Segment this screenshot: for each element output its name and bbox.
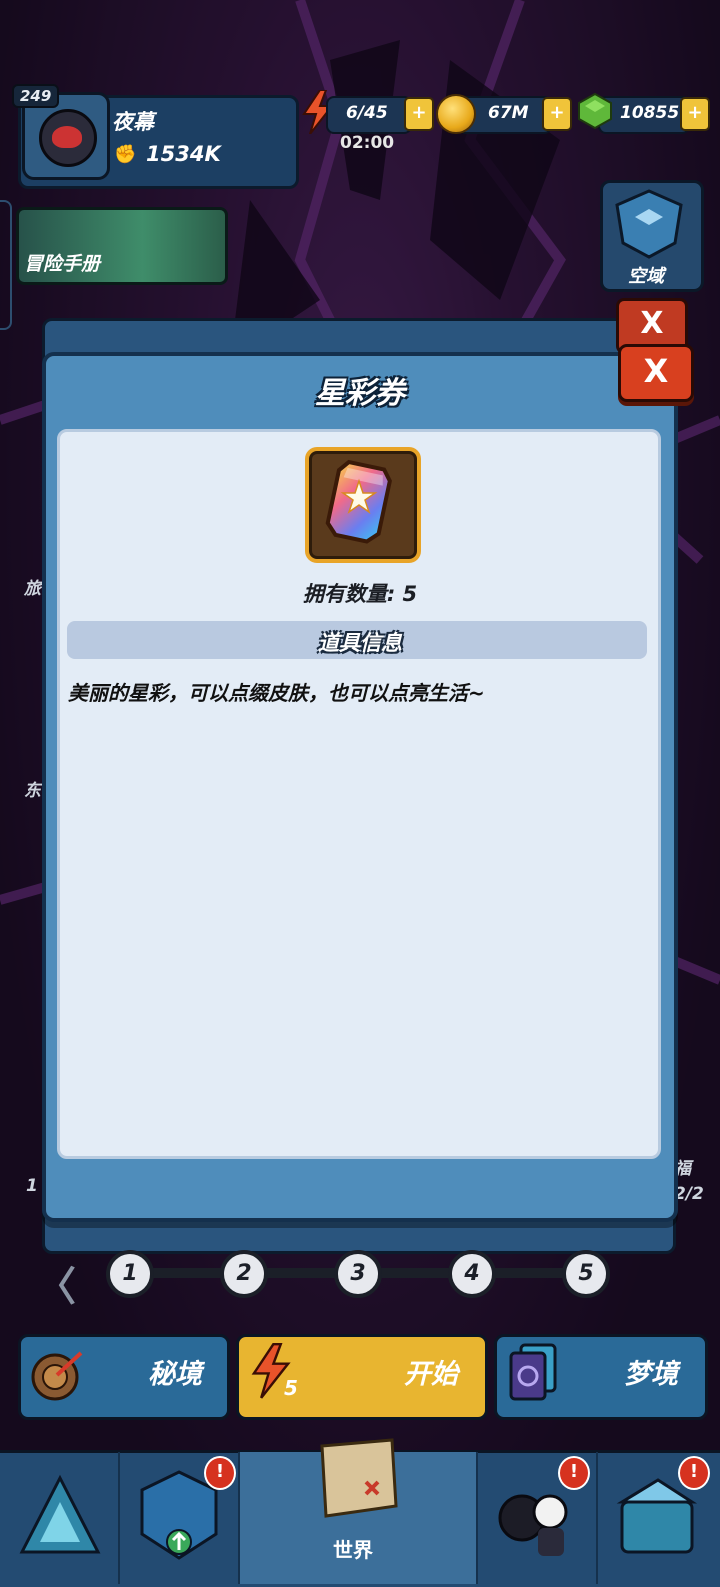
fist-icon: ✊ xyxy=(114,144,137,165)
energy-timer: 02:00 xyxy=(340,133,395,153)
owned-quantity: 拥有数量: 5 xyxy=(302,582,418,606)
nav-upgrade-alert: ! xyxy=(204,1456,236,1490)
start-label: 开始 xyxy=(404,1359,458,1390)
side-label-count: 2/2 xyxy=(674,1184,704,1204)
pager-page-4[interactable]: 4 xyxy=(448,1250,496,1298)
card-icon xyxy=(509,1343,557,1401)
dream-realm-label: 梦境 xyxy=(624,1359,678,1390)
pager-page-2[interactable]: 2 xyxy=(220,1250,268,1298)
gem-icon xyxy=(578,92,612,130)
pager-page-1[interactable]: 1 xyxy=(106,1250,154,1298)
coin-icon xyxy=(436,94,476,134)
pager-page-5[interactable]: 5 xyxy=(562,1250,610,1298)
pager-page-3[interactable]: 3 xyxy=(334,1250,382,1298)
target-icon xyxy=(31,1351,83,1401)
item-icon-frame xyxy=(305,447,421,563)
hero-icon xyxy=(19,1474,101,1554)
sky-domain-label: 空域 xyxy=(628,266,664,287)
nav-world-label: 世界 xyxy=(333,1538,373,1562)
adventure-manual-label: 冒险手册 xyxy=(24,253,101,275)
shield-icon xyxy=(615,189,683,259)
start-cost: 5 xyxy=(284,1376,298,1400)
pager-prev-button[interactable]: 〈 xyxy=(36,1254,76,1312)
nav-shop-alert: ! xyxy=(678,1456,710,1490)
map-icon xyxy=(320,1438,398,1518)
energy-value: 6/45 xyxy=(346,103,388,123)
side-label-one: 1 xyxy=(26,1176,38,1196)
modal-close-button[interactable]: X xyxy=(618,344,694,402)
side-label-east: 东 xyxy=(24,781,41,801)
coin-plus-button[interactable]: + xyxy=(542,97,572,131)
modal-title: 星彩券 xyxy=(315,376,405,411)
star-ticket-icon xyxy=(325,459,392,544)
secret-realm-label: 秘境 xyxy=(148,1359,202,1390)
coin-value: 67M xyxy=(488,103,529,123)
gem-value: 10855 xyxy=(620,103,680,123)
nav-tab-world[interactable] xyxy=(240,1438,478,1584)
side-drawer-handle[interactable] xyxy=(0,200,12,330)
energy-display: 6/45 xyxy=(326,96,412,134)
nav-tab-hero[interactable] xyxy=(0,1452,120,1584)
item-info-header-label: 道具信息 xyxy=(318,631,402,655)
player-level-badge: 249 xyxy=(12,84,60,108)
item-description: 美丽的星彩，可以点缀皮肤，也可以点亮生活~ xyxy=(68,681,485,705)
player-power: 1534K xyxy=(146,142,221,166)
energy-plus-button[interactable]: + xyxy=(404,97,434,131)
avatar-portrait xyxy=(39,109,97,167)
player-name: 夜幕 xyxy=(112,110,154,134)
gem-plus-button[interactable]: + xyxy=(680,97,710,131)
nav-characters-alert: ! xyxy=(558,1456,590,1490)
